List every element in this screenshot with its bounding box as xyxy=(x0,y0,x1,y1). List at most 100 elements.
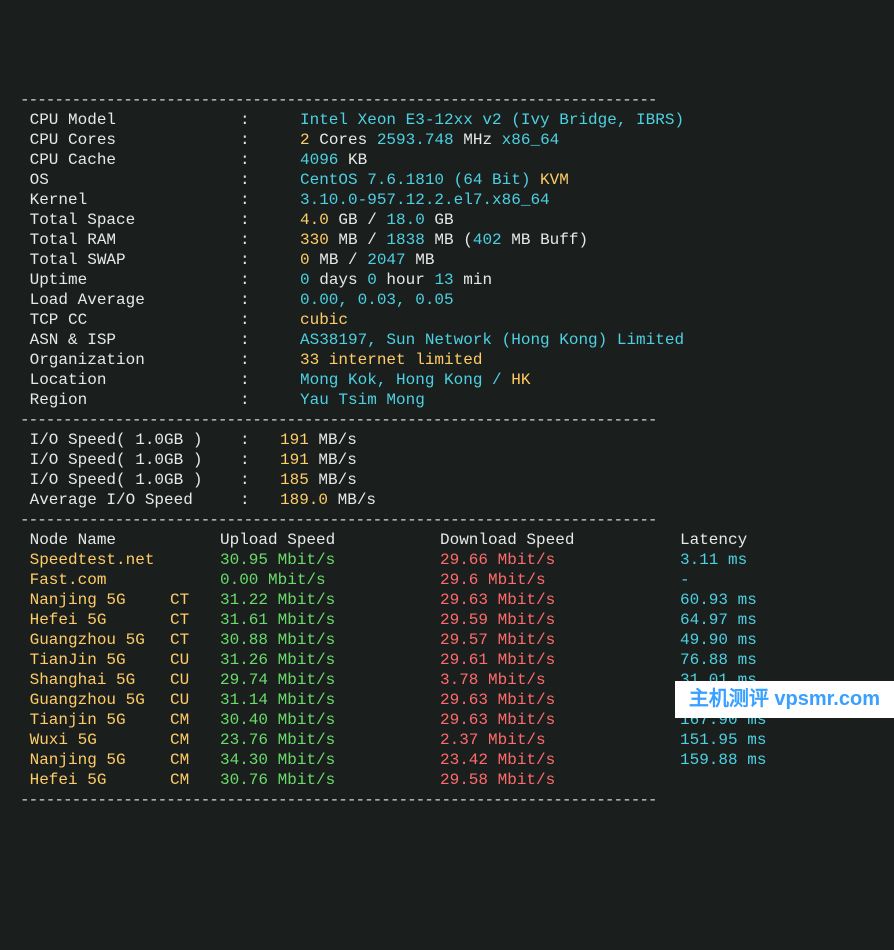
value-part: Cores xyxy=(310,131,377,149)
latency: 151.95 ms xyxy=(680,730,766,750)
upload-speed: 31.26 Mbit/s xyxy=(220,650,440,670)
info-label: CPU Model xyxy=(20,110,240,130)
download-speed: 3.78 Mbit/s xyxy=(440,670,680,690)
value-part: GB / xyxy=(329,211,387,229)
header-node: Node Name xyxy=(20,530,220,550)
node-name: Wuxi 5G xyxy=(20,730,170,750)
value-part: MB ( xyxy=(425,231,473,249)
info-value: Mong Kok, Hong Kong / HK xyxy=(300,371,530,389)
latency: - xyxy=(680,570,690,590)
info-value: 0 days 0 hour 13 min xyxy=(300,271,492,289)
io-label: I/O Speed( 1.0GB ) xyxy=(20,430,240,450)
info-value: 2 Cores 2593.748 MHz x86_64 xyxy=(300,131,559,149)
speedtest-row: Guangzhou 5GCT30.88 Mbit/s29.57 Mbit/s49… xyxy=(20,630,874,650)
download-speed: 29.61 Mbit/s xyxy=(440,650,680,670)
value-part: days xyxy=(310,271,368,289)
download-speed: 29.63 Mbit/s xyxy=(440,690,680,710)
info-label: Organization xyxy=(20,350,240,370)
value-part: 33 internet limited xyxy=(300,351,482,369)
upload-speed: 31.61 Mbit/s xyxy=(220,610,440,630)
latency: 76.88 ms xyxy=(680,650,757,670)
divider: ----------------------------------------… xyxy=(20,790,874,810)
speedtest-row: Nanjing 5GCT31.22 Mbit/s29.63 Mbit/s60.9… xyxy=(20,590,874,610)
latency: 64.97 ms xyxy=(680,610,757,630)
value-part: 2 xyxy=(300,131,310,149)
value-part: MB xyxy=(406,251,435,269)
speedtest-row: Hefei 5GCT31.61 Mbit/s29.59 Mbit/s64.97 … xyxy=(20,610,874,630)
value-part: 191 xyxy=(280,431,309,449)
colon: : xyxy=(240,110,300,130)
download-speed: 23.42 Mbit/s xyxy=(440,750,680,770)
info-row: Organization: 33 internet limited xyxy=(20,350,874,370)
io-label: I/O Speed( 1.0GB ) xyxy=(20,450,240,470)
value-part: MB Buff) xyxy=(502,231,588,249)
info-value: 0.00, 0.03, 0.05 xyxy=(300,291,454,309)
info-label: CPU Cores xyxy=(20,130,240,150)
value-part: min xyxy=(454,271,492,289)
value-part: 2593.748 xyxy=(377,131,454,149)
colon: : xyxy=(240,330,300,350)
info-row: Uptime: 0 days 0 hour 13 min xyxy=(20,270,874,290)
info-row: Total RAM: 330 MB / 1838 MB (402 MB Buff… xyxy=(20,230,874,250)
colon: : xyxy=(240,290,300,310)
node-name: Guangzhou 5G xyxy=(20,690,170,710)
speedtest-row: Wuxi 5GCM23.76 Mbit/s2.37 Mbit/s151.95 m… xyxy=(20,730,874,750)
value-part: 0 xyxy=(300,251,310,269)
value-part: Intel Xeon E3-12xx v2 (Ivy Bridge, IBRS) xyxy=(300,111,684,129)
value-part: MB/s xyxy=(328,491,376,509)
latency: 159.88 ms xyxy=(680,750,766,770)
speedtest-row: Fast.com0.00 Mbit/s29.6 Mbit/s- xyxy=(20,570,874,590)
colon: : xyxy=(240,250,300,270)
value-part: 0 xyxy=(367,271,377,289)
value-part: 13 xyxy=(434,271,453,289)
value-part: cubic xyxy=(300,311,348,329)
download-speed: 29.63 Mbit/s xyxy=(440,590,680,610)
header-download: Download Speed xyxy=(440,530,680,550)
upload-speed: 30.95 Mbit/s xyxy=(220,550,440,570)
info-row: Location: Mong Kok, Hong Kong / HK xyxy=(20,370,874,390)
latency: 49.90 ms xyxy=(680,630,757,650)
node-name: Speedtest.net xyxy=(20,550,170,570)
io-value: 189.0 MB/s xyxy=(280,491,376,509)
colon: : xyxy=(240,450,280,470)
value-part: 185 xyxy=(280,471,309,489)
value-part: 0 xyxy=(300,271,310,289)
info-row: CPU Model: Intel Xeon E3-12xx v2 (Ivy Br… xyxy=(20,110,874,130)
value-part: x86_64 xyxy=(502,131,560,149)
value-part: 1838 xyxy=(386,231,424,249)
upload-speed: 30.40 Mbit/s xyxy=(220,710,440,730)
value-part: MHz xyxy=(454,131,502,149)
value-part: 0.00, 0.03, 0.05 xyxy=(300,291,454,309)
info-row: Kernel: 3.10.0-957.12.2.el7.x86_64 xyxy=(20,190,874,210)
colon: : xyxy=(240,150,300,170)
info-value: 330 MB / 1838 MB (402 MB Buff) xyxy=(300,231,588,249)
info-label: Region xyxy=(20,390,240,410)
header-upload: Upload Speed xyxy=(220,530,440,550)
latency: 3.11 ms xyxy=(680,550,747,570)
node-tag: CU xyxy=(170,690,220,710)
value-part: MB/s xyxy=(309,431,357,449)
upload-speed: 30.76 Mbit/s xyxy=(220,770,440,790)
info-row: OS: CentOS 7.6.1810 (64 Bit) KVM xyxy=(20,170,874,190)
value-part: 4096 xyxy=(300,151,338,169)
info-label: Location xyxy=(20,370,240,390)
speedtest-row: Hefei 5GCM30.76 Mbit/s29.58 Mbit/s xyxy=(20,770,874,790)
info-row: CPU Cache: 4096 KB xyxy=(20,150,874,170)
info-label: Total Space xyxy=(20,210,240,230)
info-label: ASN & ISP xyxy=(20,330,240,350)
value-part: 4.0 xyxy=(300,211,329,229)
upload-speed: 34.30 Mbit/s xyxy=(220,750,440,770)
colon: : xyxy=(240,490,280,510)
value-part: MB / xyxy=(329,231,387,249)
node-name: Fast.com xyxy=(20,570,170,590)
node-name: Nanjing 5G xyxy=(20,750,170,770)
download-speed: 29.63 Mbit/s xyxy=(440,710,680,730)
info-value: 0 MB / 2047 MB xyxy=(300,251,434,269)
node-tag: CM xyxy=(170,710,220,730)
io-row: I/O Speed( 1.0GB ): 191 MB/s xyxy=(20,450,874,470)
upload-speed: 31.22 Mbit/s xyxy=(220,590,440,610)
header-latency: Latency xyxy=(680,530,747,550)
info-label: Total SWAP xyxy=(20,250,240,270)
download-speed: 29.66 Mbit/s xyxy=(440,550,680,570)
info-label: Kernel xyxy=(20,190,240,210)
